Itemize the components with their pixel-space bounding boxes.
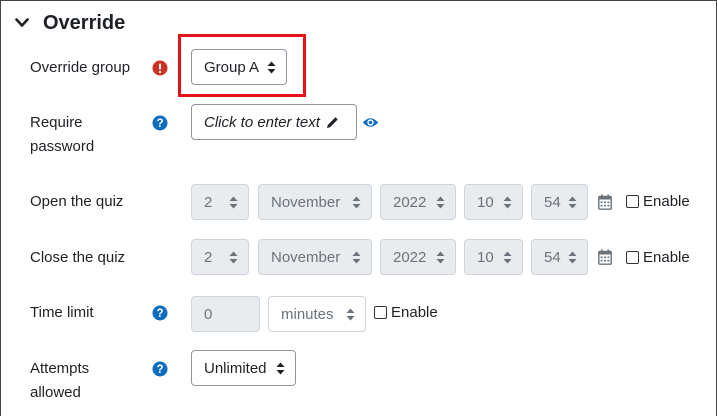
override-group-label: Override group: [30, 59, 131, 76]
require-password-label: Require password: [30, 114, 95, 155]
sort-icon: [346, 307, 355, 321]
sort-icon: [229, 195, 238, 209]
help-icon[interactable]: ?: [152, 361, 168, 377]
calendar-icon[interactable]: [598, 194, 612, 210]
help-icon[interactable]: ?: [152, 305, 168, 321]
time-limit-input[interactable]: 0: [191, 296, 260, 332]
help-icon[interactable]: ?: [152, 115, 168, 131]
sort-icon: [503, 250, 512, 264]
close-quiz-enable-checkbox[interactable]: Enable: [626, 249, 690, 266]
open-quiz-enable-checkbox[interactable]: Enable: [626, 193, 690, 210]
open-hour-select[interactable]: 10: [464, 184, 523, 220]
chevron-down-icon: [13, 14, 31, 32]
sort-icon: [229, 250, 238, 264]
pencil-icon: [326, 116, 339, 129]
override-section-toggle[interactable]: Override: [13, 9, 125, 37]
sort-icon: [568, 195, 577, 209]
password-placeholder: Click to enter text: [204, 113, 320, 131]
sort-icon: [503, 195, 512, 209]
close-hour-select[interactable]: 10: [464, 239, 523, 275]
svg-text:?: ?: [156, 364, 163, 376]
time-unit-select[interactable]: minutes: [268, 296, 366, 332]
highlight-annotation-box: [178, 34, 306, 97]
open-month-select[interactable]: November: [258, 184, 372, 220]
checkbox-box[interactable]: [626, 195, 639, 208]
section-title: Override: [43, 11, 126, 34]
open-day-select[interactable]: 2: [191, 184, 249, 220]
open-minute-select[interactable]: 54: [531, 184, 588, 220]
password-input[interactable]: Click to enter text: [191, 104, 357, 140]
sort-icon: [352, 250, 361, 264]
sort-icon: [436, 195, 445, 209]
close-year-select[interactable]: 2022: [380, 239, 456, 275]
attempts-label: Attempts allowed: [30, 360, 90, 401]
open-year-select[interactable]: 2022: [380, 184, 456, 220]
sort-icon: [568, 250, 577, 264]
eye-icon[interactable]: [362, 114, 379, 130]
attempts-select[interactable]: Unlimited: [191, 350, 296, 386]
close-minute-select[interactable]: 54: [531, 239, 588, 275]
close-month-select[interactable]: November: [258, 239, 372, 275]
exclamation-circle-icon[interactable]: [152, 60, 168, 76]
time-limit-label: Time limit: [30, 304, 94, 321]
svg-text:?: ?: [156, 308, 163, 320]
sort-icon: [276, 361, 285, 375]
open-quiz-label: Open the quiz: [30, 193, 124, 210]
svg-text:?: ?: [156, 118, 163, 130]
calendar-icon[interactable]: [598, 249, 612, 265]
time-limit-enable-checkbox[interactable]: Enable: [374, 304, 438, 321]
close-day-select[interactable]: 2: [191, 239, 249, 275]
close-quiz-label: Close the quiz: [30, 249, 126, 266]
checkbox-box[interactable]: [626, 251, 639, 264]
override-form: Override Override group Group A Require …: [0, 0, 717, 416]
sort-icon: [352, 195, 361, 209]
checkbox-box[interactable]: [374, 306, 387, 319]
sort-icon: [436, 250, 445, 264]
